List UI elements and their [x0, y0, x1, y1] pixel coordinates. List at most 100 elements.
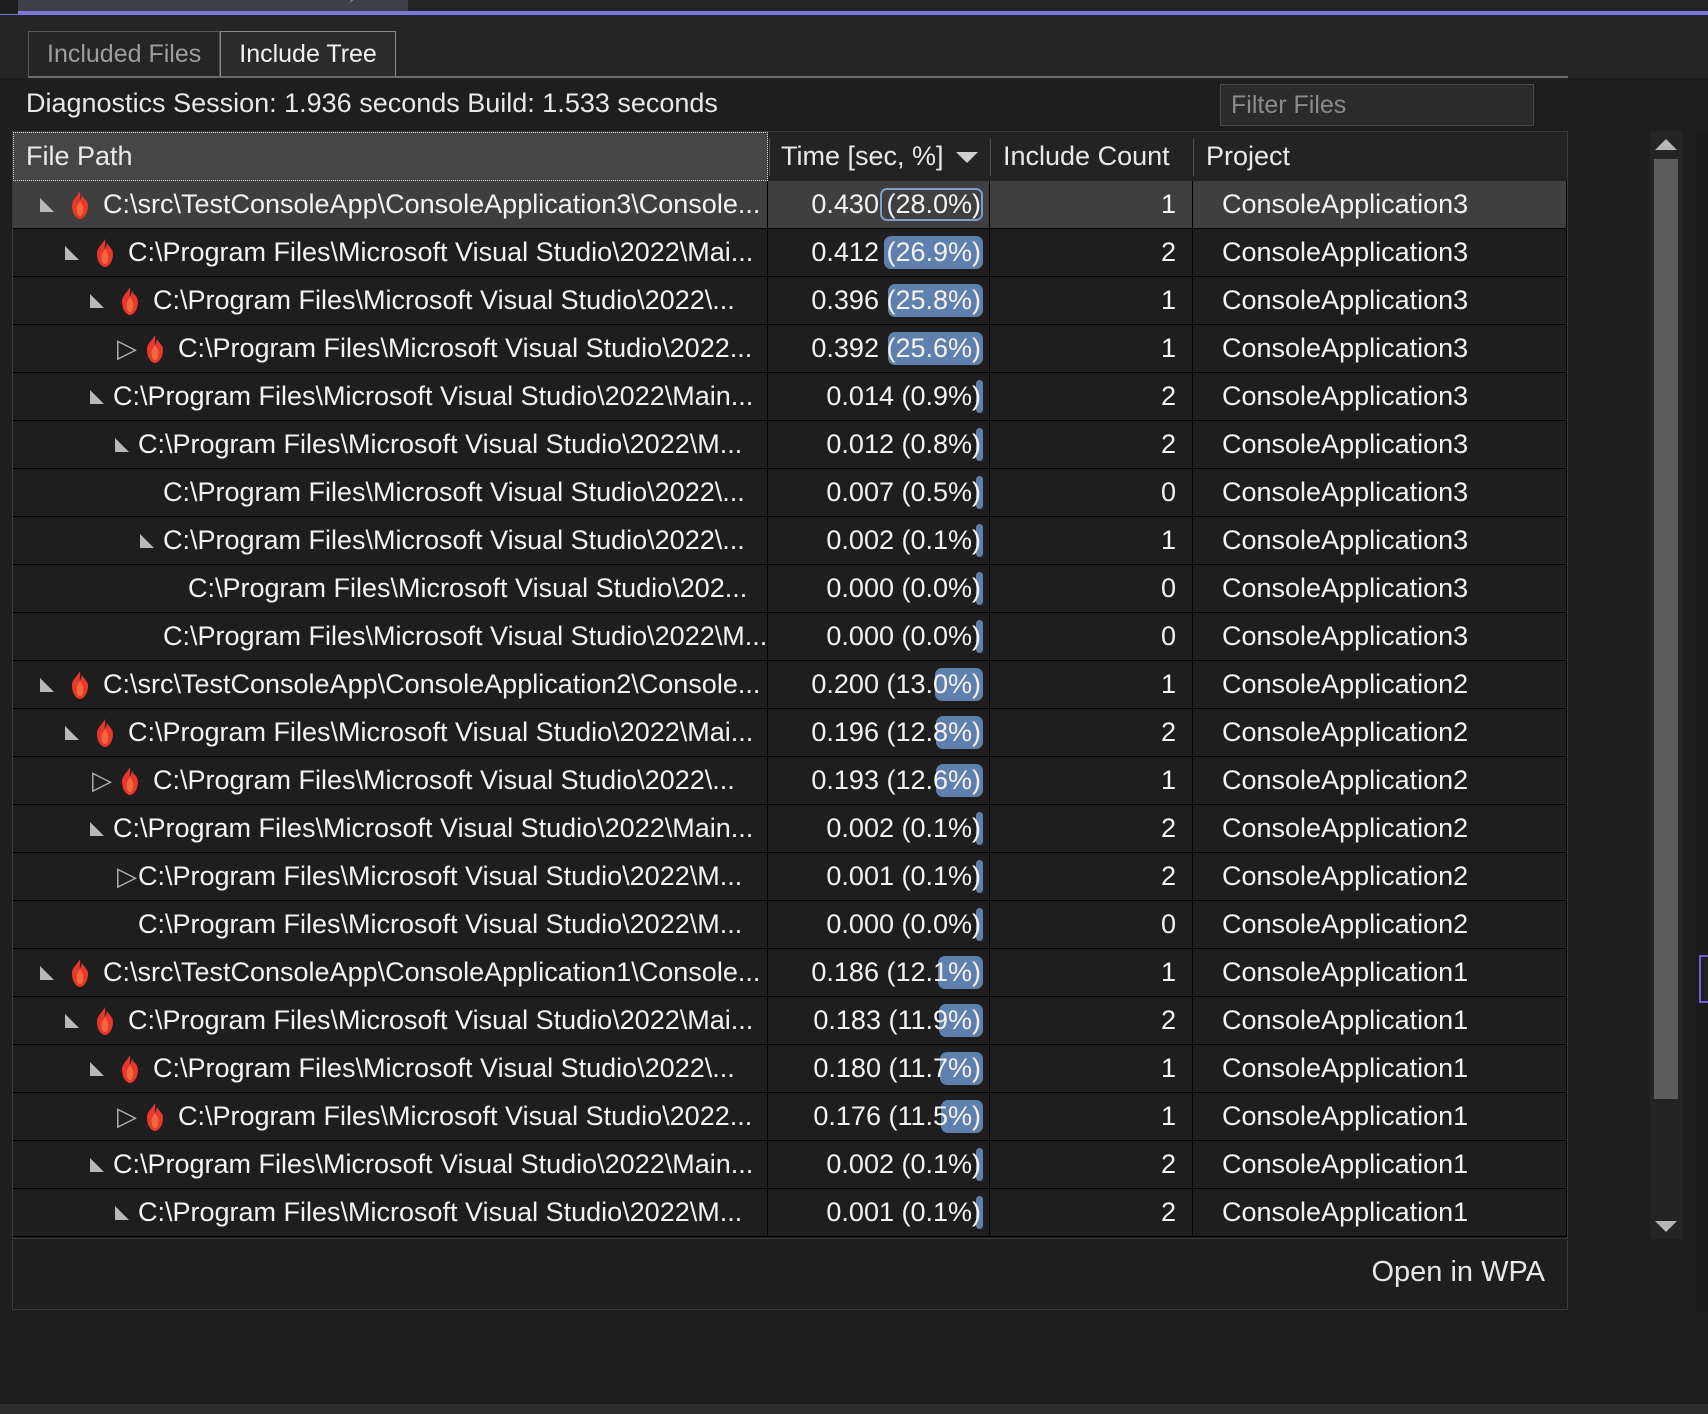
cell-file-path[interactable]: C:\Program Files\Microsoft Visual Studio… — [13, 757, 768, 804]
cell-time[interactable]: 0.002 (0.1%) — [769, 1141, 990, 1188]
cell-project[interactable]: ConsoleApplication1 — [1194, 949, 1567, 996]
cell-include-count[interactable]: 2 — [991, 373, 1193, 420]
expand-collapse-icon-expanded[interactable] — [35, 181, 61, 228]
expand-collapse-icon-expanded[interactable] — [85, 373, 111, 420]
cell-include-count[interactable]: 0 — [991, 565, 1193, 612]
expand-collapse-icon-expanded[interactable] — [60, 709, 86, 756]
cell-time[interactable]: 0.196 (12.8%) — [769, 709, 990, 756]
cell-project[interactable]: ConsoleApplication2 — [1194, 901, 1567, 948]
cell-include-count[interactable]: 2 — [991, 1189, 1193, 1236]
cell-file-path[interactable]: C:\Program Files\Microsoft Visual Studio… — [13, 229, 768, 276]
cell-file-path[interactable]: C:\Program Files\Microsoft Visual Studio… — [13, 901, 768, 948]
cell-include-count[interactable]: 1 — [991, 757, 1193, 804]
cell-time[interactable]: 0.392 (25.6%) — [769, 325, 990, 372]
scroll-up-icon[interactable] — [1650, 131, 1682, 157]
cell-file-path[interactable]: C:\src\TestConsoleApp\ConsoleApplication… — [13, 181, 768, 228]
expand-collapse-icon-expanded[interactable] — [35, 661, 61, 708]
cell-time[interactable]: 0.014 (0.9%) — [769, 373, 990, 420]
cell-project[interactable]: ConsoleApplication3 — [1194, 421, 1567, 468]
cell-include-count[interactable]: 0 — [991, 613, 1193, 660]
expand-collapse-icon-expanded[interactable] — [60, 997, 86, 1044]
table-row[interactable]: C:\Program Files\Microsoft Visual Studio… — [13, 565, 1567, 613]
cell-include-count[interactable]: 0 — [991, 469, 1193, 516]
cell-time[interactable]: 0.176 (11.5%) — [769, 1093, 990, 1140]
table-row[interactable]: C:\Program Files\Microsoft Visual Studio… — [13, 373, 1567, 421]
column-header-include-count[interactable]: Include Count — [991, 132, 1193, 181]
cell-time[interactable]: 0.002 (0.1%) — [769, 517, 990, 564]
expand-collapse-icon-expanded[interactable] — [60, 229, 86, 276]
cell-time[interactable]: 0.180 (11.7%) — [769, 1045, 990, 1092]
cell-file-path[interactable]: C:\Program Files\Microsoft Visual Studio… — [13, 1045, 768, 1092]
cell-time[interactable]: 0.007 (0.5%) — [769, 469, 990, 516]
cell-project[interactable]: ConsoleApplication1 — [1194, 997, 1567, 1044]
cell-project[interactable]: ConsoleApplication1 — [1194, 1093, 1567, 1140]
table-row[interactable]: C:\Program Files\Microsoft Visual Studio… — [13, 1141, 1567, 1189]
cell-file-path[interactable]: C:\src\TestConsoleApp\ConsoleApplication… — [13, 949, 768, 996]
cell-time[interactable]: 0.430 (28.0%) — [769, 181, 990, 228]
cell-time[interactable]: 0.193 (12.6%) — [769, 757, 990, 804]
expand-collapse-icon-collapsed[interactable] — [110, 325, 136, 372]
view-tab-included-files[interactable]: Included Files — [28, 31, 220, 77]
cell-project[interactable]: ConsoleApplication1 — [1194, 1189, 1567, 1236]
table-row[interactable]: C:\Program Files\Microsoft Visual Studio… — [13, 277, 1567, 325]
table-row[interactable]: C:\Program Files\Microsoft Visual Studio… — [13, 805, 1567, 853]
table-row[interactable]: C:\Program Files\Microsoft Visual Studio… — [13, 1093, 1567, 1141]
filter-files-input[interactable] — [1220, 84, 1534, 126]
cell-file-path[interactable]: C:\Program Files\Microsoft Visual Studio… — [13, 1093, 768, 1140]
cell-file-path[interactable]: C:\Program Files\Microsoft Visual Studio… — [13, 613, 768, 660]
sort-descending-icon[interactable] — [956, 152, 978, 163]
table-row[interactable]: C:\src\TestConsoleApp\ConsoleApplication… — [13, 181, 1567, 229]
table-row[interactable]: C:\Program Files\Microsoft Visual Studio… — [13, 421, 1567, 469]
scroll-down-icon[interactable] — [1650, 1213, 1682, 1239]
scrollbar-thumb[interactable] — [1654, 159, 1678, 1099]
cell-include-count[interactable]: 1 — [991, 325, 1193, 372]
table-row[interactable]: C:\src\TestConsoleApp\ConsoleApplication… — [13, 949, 1567, 997]
expand-collapse-icon-expanded[interactable] — [85, 1045, 111, 1092]
cell-file-path[interactable]: C:\Program Files\Microsoft Visual Studio… — [13, 709, 768, 756]
cell-file-path[interactable]: C:\Program Files\Microsoft Visual Studio… — [13, 853, 768, 900]
header-separator[interactable] — [769, 138, 770, 176]
cell-time[interactable]: 0.200 (13.0%) — [769, 661, 990, 708]
cell-time[interactable]: 0.002 (0.1%) — [769, 805, 990, 852]
cell-time[interactable]: 0.000 (0.0%) — [769, 565, 990, 612]
view-tab-include-tree[interactable]: Include Tree — [220, 31, 396, 77]
open-in-wpa-link[interactable]: Open in WPA — [1371, 1256, 1545, 1289]
cell-time[interactable]: 0.000 (0.0%) — [769, 613, 990, 660]
cell-file-path[interactable]: C:\Program Files\Microsoft Visual Studio… — [13, 373, 768, 420]
cell-project[interactable]: ConsoleApplication2 — [1194, 805, 1567, 852]
cell-project[interactable]: ConsoleApplication3 — [1194, 613, 1567, 660]
table-row[interactable]: C:\Program Files\Microsoft Visual Studio… — [13, 613, 1567, 661]
cell-project[interactable]: ConsoleApplication3 — [1194, 181, 1567, 228]
cell-project[interactable]: ConsoleApplication3 — [1194, 277, 1567, 324]
header-separator[interactable] — [1193, 138, 1194, 176]
cell-include-count[interactable]: 1 — [991, 661, 1193, 708]
expand-collapse-icon-collapsed[interactable] — [85, 757, 111, 804]
table-row[interactable]: C:\Program Files\Microsoft Visual Studio… — [13, 757, 1567, 805]
table-row[interactable]: C:\Program Files\Microsoft Visual Studio… — [13, 901, 1567, 949]
cell-include-count[interactable]: 2 — [991, 853, 1193, 900]
cell-project[interactable]: ConsoleApplication1 — [1194, 1141, 1567, 1188]
cell-include-count[interactable]: 1 — [991, 1093, 1193, 1140]
table-row[interactable]: C:\Program Files\Microsoft Visual Studio… — [13, 229, 1567, 277]
cell-include-count[interactable]: 2 — [991, 805, 1193, 852]
cell-project[interactable]: ConsoleApplication3 — [1194, 517, 1567, 564]
column-header-project[interactable]: Project — [1194, 132, 1567, 181]
cell-file-path[interactable]: C:\Program Files\Microsoft Visual Studio… — [13, 421, 768, 468]
cell-include-count[interactable]: 1 — [991, 181, 1193, 228]
expand-collapse-icon-expanded[interactable] — [35, 949, 61, 996]
cell-project[interactable]: ConsoleApplication3 — [1194, 373, 1567, 420]
table-row[interactable]: C:\Program Files\Microsoft Visual Studio… — [13, 517, 1567, 565]
expand-collapse-icon-expanded[interactable] — [85, 1141, 111, 1188]
cell-time[interactable]: 0.186 (12.1%) — [769, 949, 990, 996]
table-row[interactable]: C:\Program Files\Microsoft Visual Studio… — [13, 325, 1567, 373]
cell-project[interactable]: ConsoleApplication2 — [1194, 661, 1567, 708]
vertical-scrollbar[interactable] — [1650, 131, 1682, 1239]
cell-time[interactable]: 0.012 (0.8%) — [769, 421, 990, 468]
cell-file-path[interactable]: C:\Program Files\Microsoft Visual Studio… — [13, 517, 768, 564]
header-separator[interactable] — [990, 138, 991, 176]
expand-collapse-icon-expanded[interactable] — [110, 421, 136, 468]
table-row[interactable]: C:\Program Files\Microsoft Visual Studio… — [13, 997, 1567, 1045]
cell-file-path[interactable]: C:\Program Files\Microsoft Visual Studio… — [13, 1189, 768, 1236]
expand-collapse-icon-expanded[interactable] — [85, 805, 111, 852]
cell-file-path[interactable]: C:\src\TestConsoleApp\ConsoleApplication… — [13, 661, 768, 708]
